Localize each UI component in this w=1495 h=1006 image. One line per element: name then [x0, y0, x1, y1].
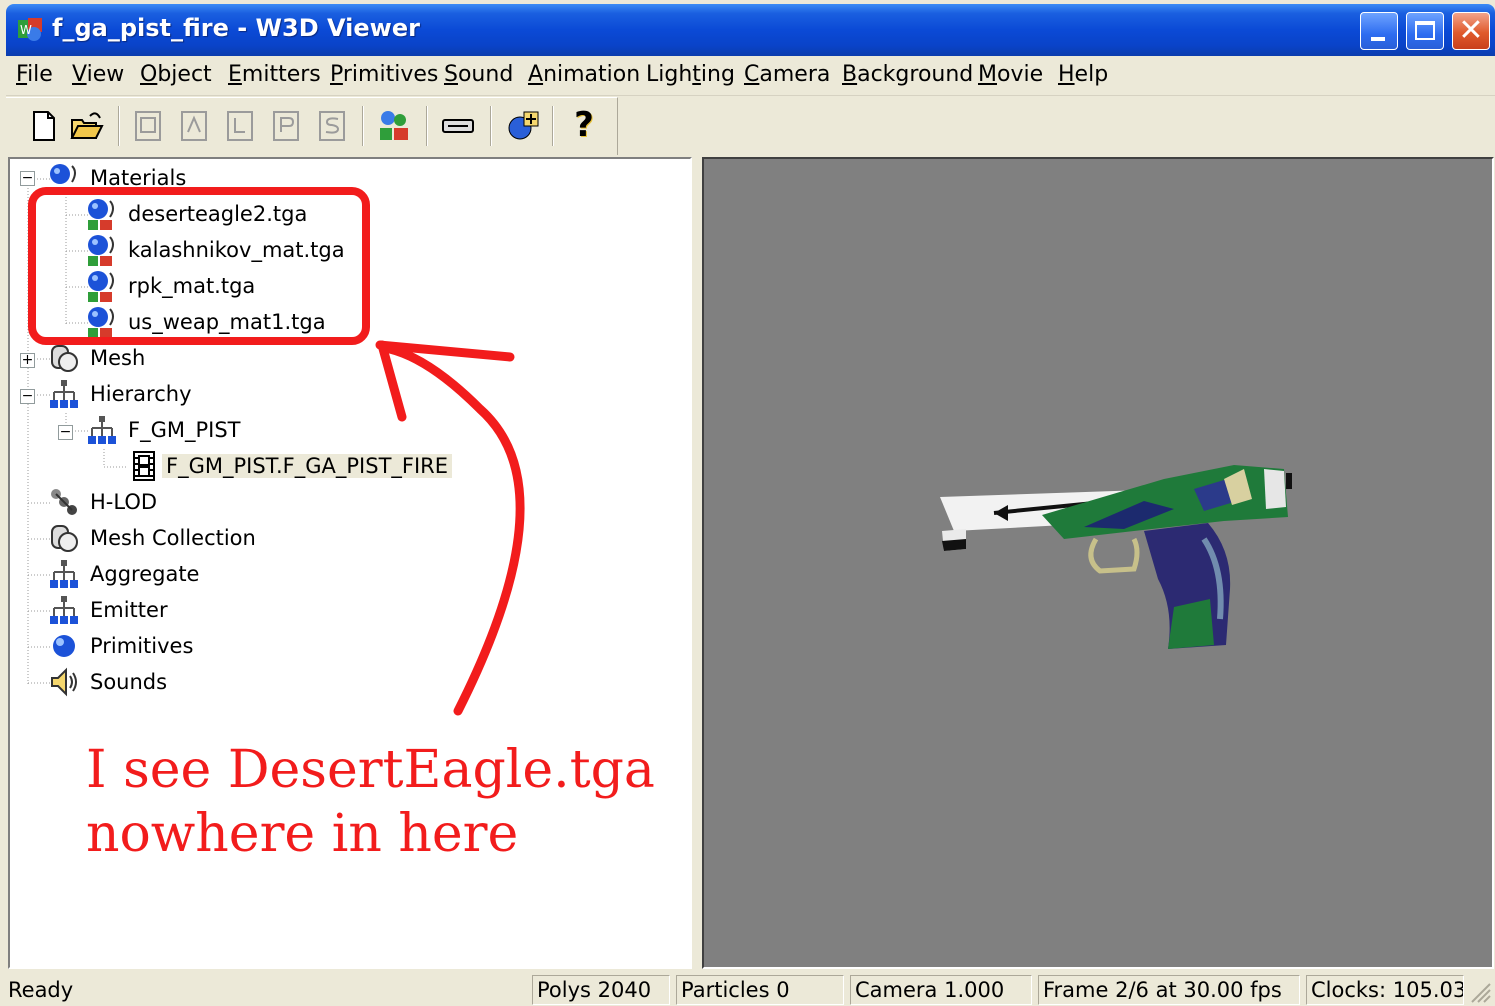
primitives-icon [53, 635, 75, 657]
materials-collapse-toggle[interactable]: − [20, 171, 35, 186]
mesh-collection-icon [51, 525, 78, 552]
close-icon: ✕ [1458, 13, 1484, 48]
hierarchy-icon [88, 416, 116, 444]
view-top-icon[interactable] [314, 108, 350, 144]
annotation-line-1: I see DesertEagle.tga [86, 740, 655, 800]
view-right-icon[interactable] [268, 108, 304, 144]
add-object-icon[interactable] [504, 108, 540, 144]
maximize-button[interactable] [1406, 12, 1444, 50]
menu-emitters[interactable]: Emitters [228, 62, 321, 87]
toolbar: ? [6, 97, 618, 155]
material-icon [88, 271, 114, 302]
object-icon[interactable] [376, 108, 412, 144]
view-back-icon[interactable] [176, 108, 212, 144]
minimize-button[interactable] [1360, 12, 1398, 50]
mesh-icon [51, 345, 78, 372]
menu-background[interactable]: Background [842, 62, 973, 87]
close-button[interactable]: ✕ [1452, 12, 1490, 50]
f-gm-pist-collapse-toggle[interactable]: − [58, 425, 73, 440]
open-folder-icon[interactable] [68, 108, 104, 144]
pistol-model [940, 465, 1292, 649]
material-icon [88, 307, 114, 338]
menu-sound[interactable]: Sound [444, 62, 513, 87]
annotation-note: I see DesertEagle.tga nowhere in here [86, 738, 655, 866]
status-bar: Ready Polys 2040 Particles 0 Camera 1.00… [0, 972, 1495, 1006]
toolbar-separator [362, 106, 364, 146]
status-ready: Ready [8, 978, 74, 1002]
menu-primitives[interactable]: Primitives [330, 62, 438, 87]
maximize-icon [1415, 21, 1435, 40]
menu-bar: File View Object Emitters Primitives Sou… [6, 56, 1495, 96]
status-frame: Frame 2/6 at 30.00 fps [1038, 975, 1300, 1005]
minimize-icon [1371, 37, 1385, 41]
annotation-line-2: nowhere in here [86, 804, 519, 864]
status-particles: Particles 0 [676, 975, 844, 1005]
speaker-icon [51, 667, 77, 697]
status-polys: Polys 2040 [532, 975, 670, 1005]
status-camera: Camera 1.000 [850, 975, 1032, 1005]
menu-help[interactable]: Help [1058, 62, 1108, 87]
window-title: f_ga_pist_fire - W3D Viewer [52, 14, 420, 42]
3d-viewport[interactable] [702, 157, 1494, 969]
menu-camera[interactable]: Camera [744, 62, 830, 87]
hierarchy-collapse-toggle[interactable]: − [20, 389, 35, 404]
aggregate-icon [50, 560, 78, 588]
view-left-icon[interactable] [222, 108, 258, 144]
menu-animation[interactable]: Animation [528, 62, 640, 87]
help-icon[interactable]: ? [566, 108, 602, 144]
material-icon [88, 199, 114, 230]
toolbar-separator [426, 106, 428, 146]
toolbar-separator [118, 106, 120, 146]
materials-icon [50, 164, 76, 184]
hlod-icon [51, 489, 77, 515]
app-icon: W [18, 18, 42, 41]
menu-lighting[interactable]: Lighting [646, 62, 735, 87]
toolbar-separator [490, 106, 492, 146]
new-file-icon[interactable] [26, 108, 62, 144]
hierarchy-icon [50, 380, 78, 408]
mesh-expand-toggle[interactable]: + [20, 353, 35, 368]
title-bar[interactable]: W f_ga_pist_fire - W3D Viewer ✕ [6, 4, 1495, 56]
menu-movie[interactable]: Movie [978, 62, 1043, 87]
menu-view[interactable]: View [72, 62, 124, 87]
menu-file[interactable]: File [16, 62, 53, 87]
toolbar-separator [552, 106, 554, 146]
keyboard-icon[interactable] [440, 108, 476, 144]
film-strip-icon [133, 451, 155, 481]
emitter-icon [50, 596, 78, 624]
svg-text:W: W [20, 23, 32, 37]
material-icon [88, 235, 114, 266]
resize-grip-icon[interactable] [1466, 978, 1492, 1004]
view-front-icon[interactable] [130, 108, 166, 144]
status-clocks: Clocks: 105.03 [1306, 975, 1464, 1005]
menu-object[interactable]: Object [140, 62, 212, 87]
pane-splitter[interactable] [692, 157, 702, 969]
